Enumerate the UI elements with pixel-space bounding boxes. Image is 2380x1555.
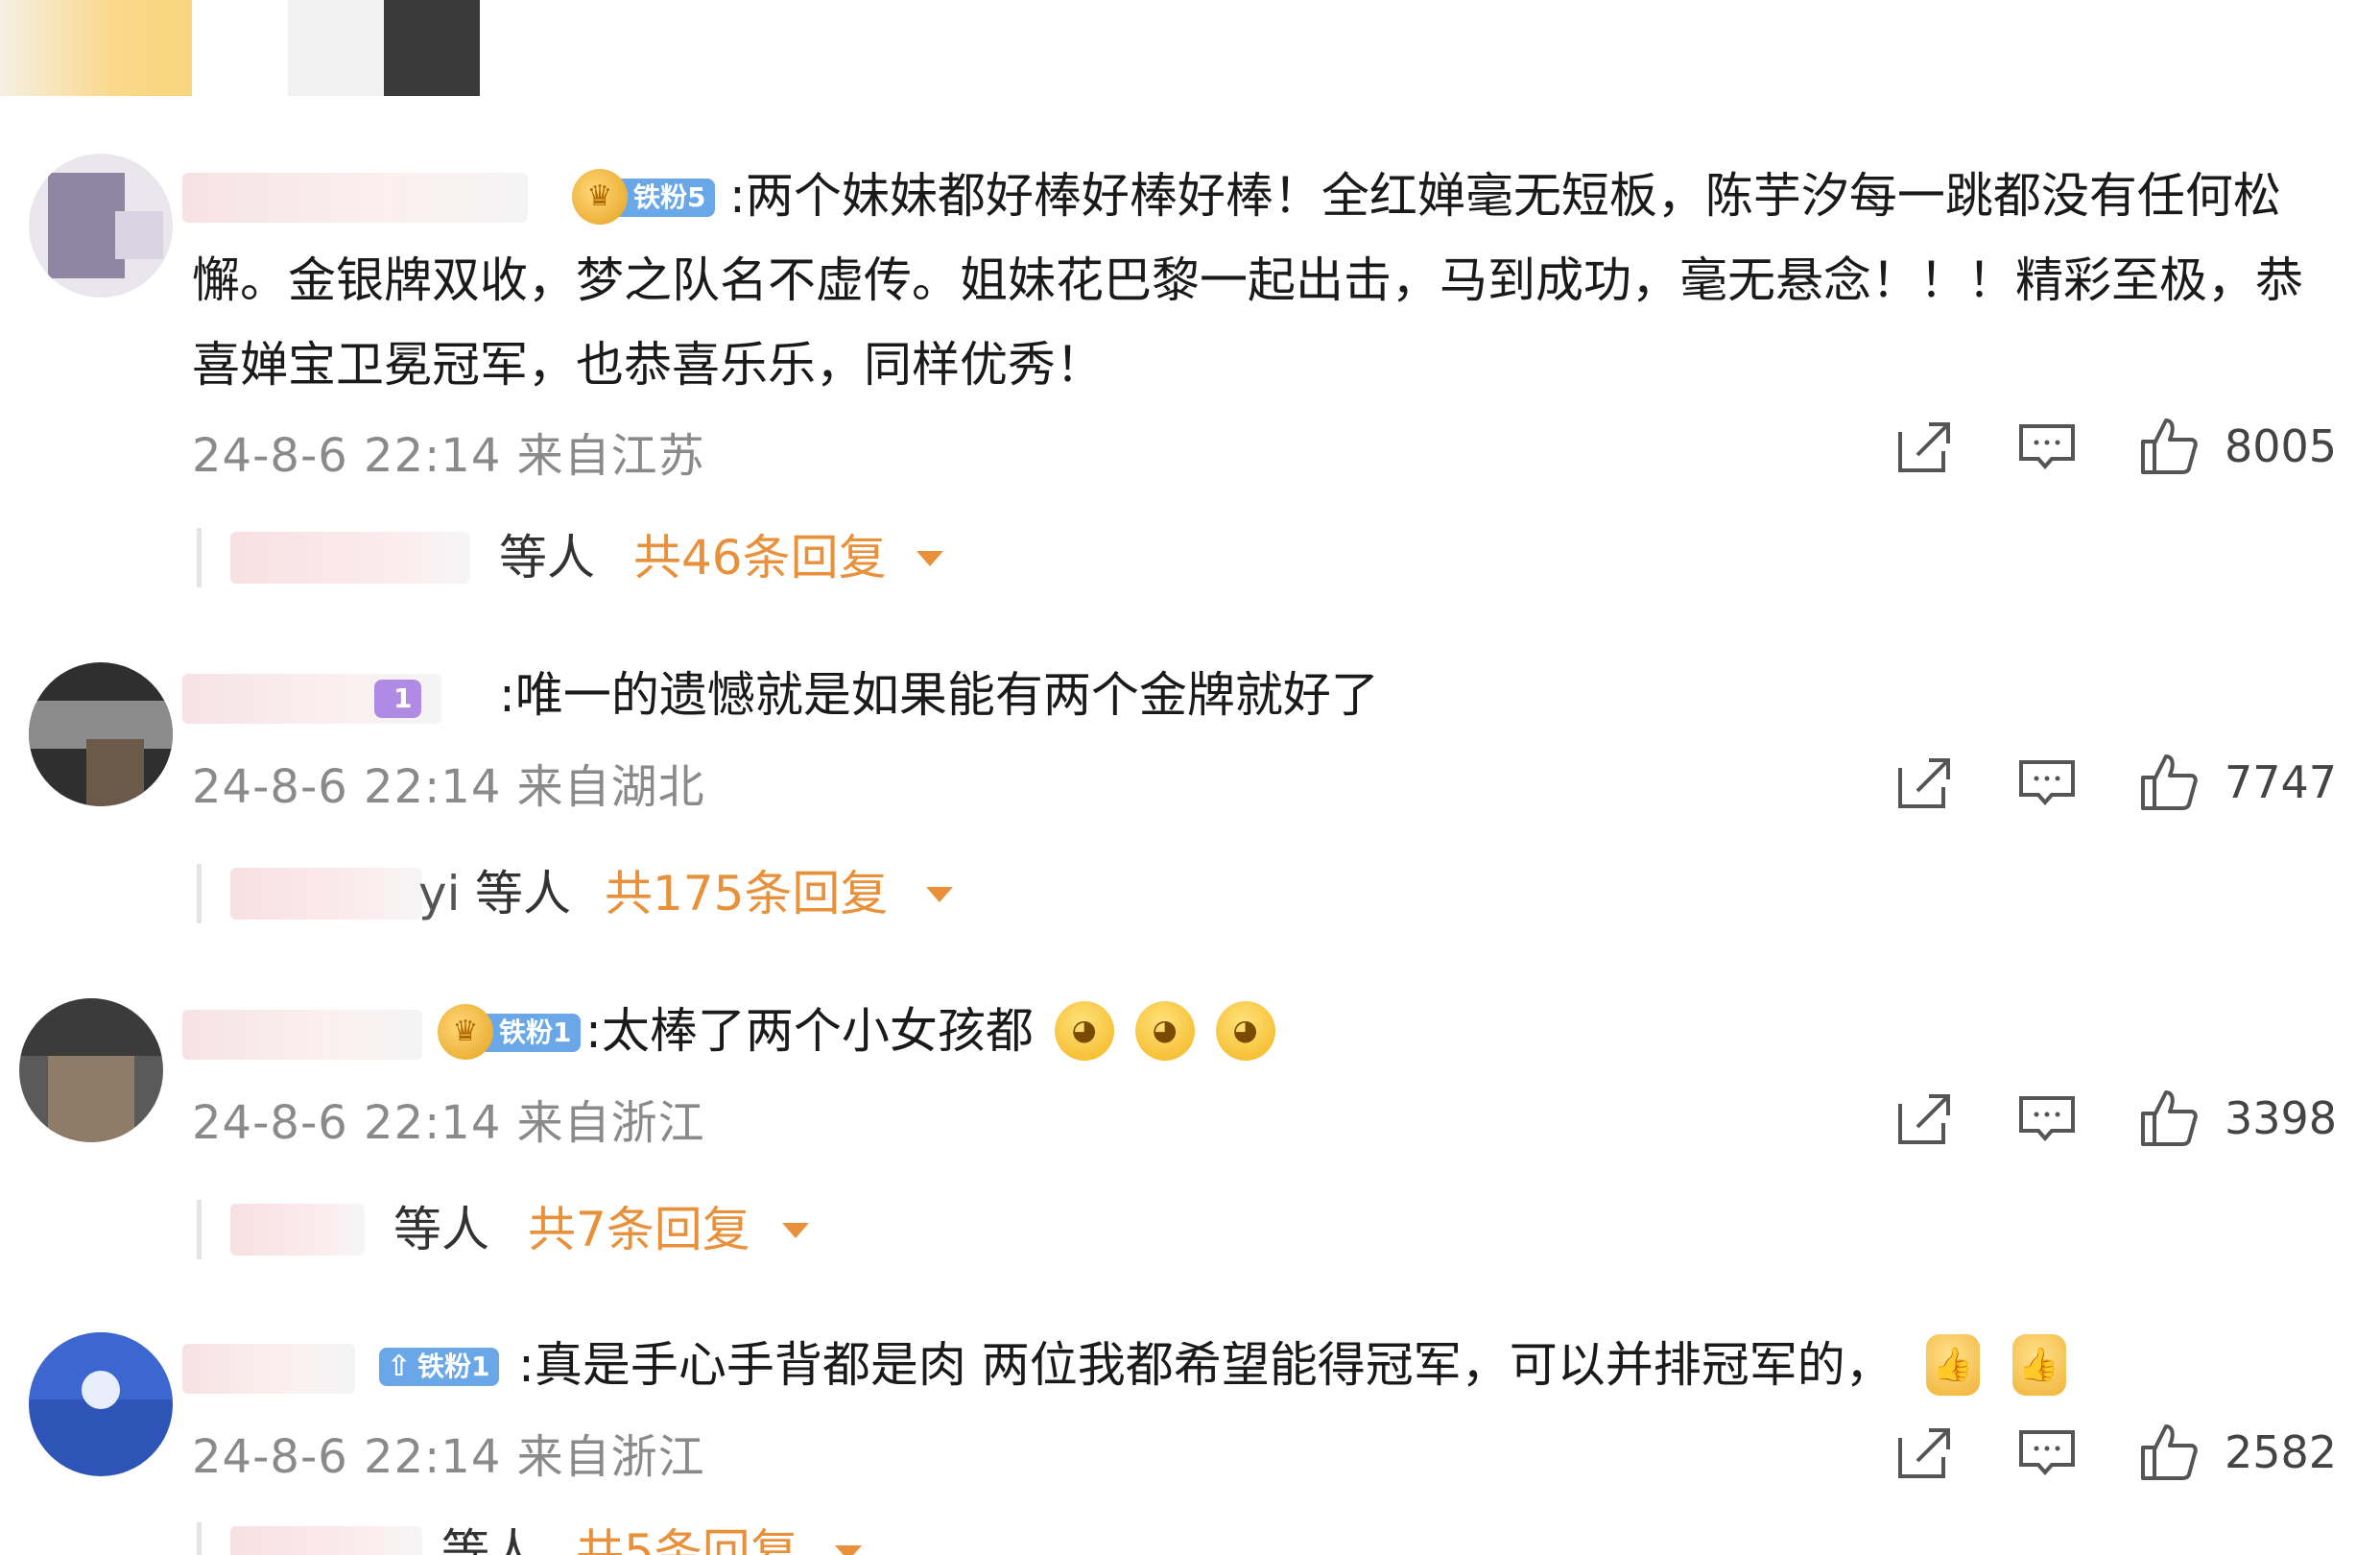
comment-actions: 8005 [1891, 413, 2337, 480]
avatar[interactable] [19, 998, 163, 1142]
comment-text-row: :真是手心手背都是肉 两位我都希望能得冠军，可以并排冠军的， 👍 👍 [192, 1323, 2332, 1407]
caret-down-icon[interactable] [926, 887, 953, 902]
like-count: 2582 [2225, 1426, 2338, 1478]
top-strip-block-yellow [0, 0, 192, 96]
comment-actions: 2582 [1891, 1419, 2337, 1486]
heart-eyes-emoji: ◕ [1134, 1000, 1195, 1061]
reply-label: 等人 [475, 866, 571, 921]
comment-meta: 24-8-6 22:14 来自湖北 [192, 760, 705, 814]
comment-icon[interactable] [2013, 1085, 2081, 1152]
thumbs-up-emoji: 👍 [2011, 1333, 2066, 1396]
reply-username-blurred [230, 1526, 422, 1555]
share-icon[interactable] [1891, 1085, 1958, 1152]
reply-summary[interactable]: 等人 共5条回复 [197, 1522, 902, 1555]
like-count: 8005 [2225, 420, 2338, 472]
reply-count-link[interactable]: 共7条回复 [528, 1200, 750, 1259]
comment-icon[interactable] [2013, 413, 2081, 480]
heart-eyes-emoji: ◕ [1054, 1000, 1114, 1061]
avatar[interactable] [29, 662, 173, 806]
reply-count-link[interactable]: 共46条回复 [633, 528, 887, 587]
like-icon[interactable] [2135, 413, 2202, 480]
comment-actions: 7747 [1891, 749, 2337, 816]
comment-text: :唯一的遗憾就是如果能有两个金牌就好了 [499, 667, 1379, 723]
caret-down-icon[interactable] [782, 1223, 809, 1238]
share-icon[interactable] [1891, 413, 1958, 480]
like-icon[interactable] [2135, 749, 2202, 816]
avatar[interactable] [29, 154, 173, 298]
like-count: 7747 [2225, 756, 2338, 808]
comment-text: :真是手心手背都是肉 两位我都希望能得冠军，可以并排冠军的， [518, 1337, 1893, 1393]
share-icon[interactable] [1891, 749, 1958, 816]
top-strip-block-grey [288, 0, 384, 96]
reply-username-blurred [230, 532, 470, 584]
reply-label: 等人 [499, 530, 595, 586]
caret-down-icon[interactable] [835, 1545, 862, 1555]
caret-down-icon[interactable] [916, 551, 943, 566]
like-count: 3398 [2225, 1092, 2338, 1144]
comment-icon[interactable] [2013, 1419, 2081, 1486]
top-strip-block-dark [384, 0, 480, 96]
comment-text-row: :太棒了两个小女孩都 ◕ ◕ ◕ [192, 989, 2332, 1073]
comment-icon[interactable] [2013, 749, 2081, 816]
comment-actions: 3398 [1891, 1085, 2337, 1152]
reply-username-blurred [230, 868, 422, 920]
reply-summary[interactable]: 等人 共7条回复 [197, 1200, 902, 1259]
thumbs-up-emoji: 👍 [1925, 1333, 1980, 1396]
reply-count-link[interactable]: 共175条回复 [605, 864, 888, 923]
comment-meta: 24-8-6 22:14 来自江苏 [192, 429, 705, 483]
like-icon[interactable] [2135, 1085, 2202, 1152]
reply-count-link[interactable]: 共5条回复 [576, 1522, 798, 1555]
reply-username-blurred [230, 1204, 365, 1256]
reply-summary[interactable]: yi 等人 共175条回复 [197, 864, 998, 923]
comment-meta: 24-8-6 22:14 来自浙江 [192, 1430, 705, 1484]
reply-username-tail: yi [418, 866, 461, 921]
comment-text: :两个妹妹都好棒好棒好棒！全红婵毫无短板，陈芋汐每一跳都没有任何松懈。金银牌双收… [192, 168, 2303, 393]
heart-eyes-emoji: ◕ [1215, 1000, 1275, 1061]
reply-label: 等人 [441, 1524, 537, 1555]
comment-meta: 24-8-6 22:14 来自浙江 [192, 1096, 705, 1150]
like-icon[interactable] [2135, 1419, 2202, 1486]
reply-label: 等人 [393, 1202, 489, 1257]
share-icon[interactable] [1891, 1419, 1958, 1486]
avatar[interactable] [29, 1332, 173, 1476]
reply-summary[interactable]: 等人 共46条回复 [197, 528, 998, 587]
comment-text: :太棒了两个小女孩都 [585, 1003, 1034, 1059]
